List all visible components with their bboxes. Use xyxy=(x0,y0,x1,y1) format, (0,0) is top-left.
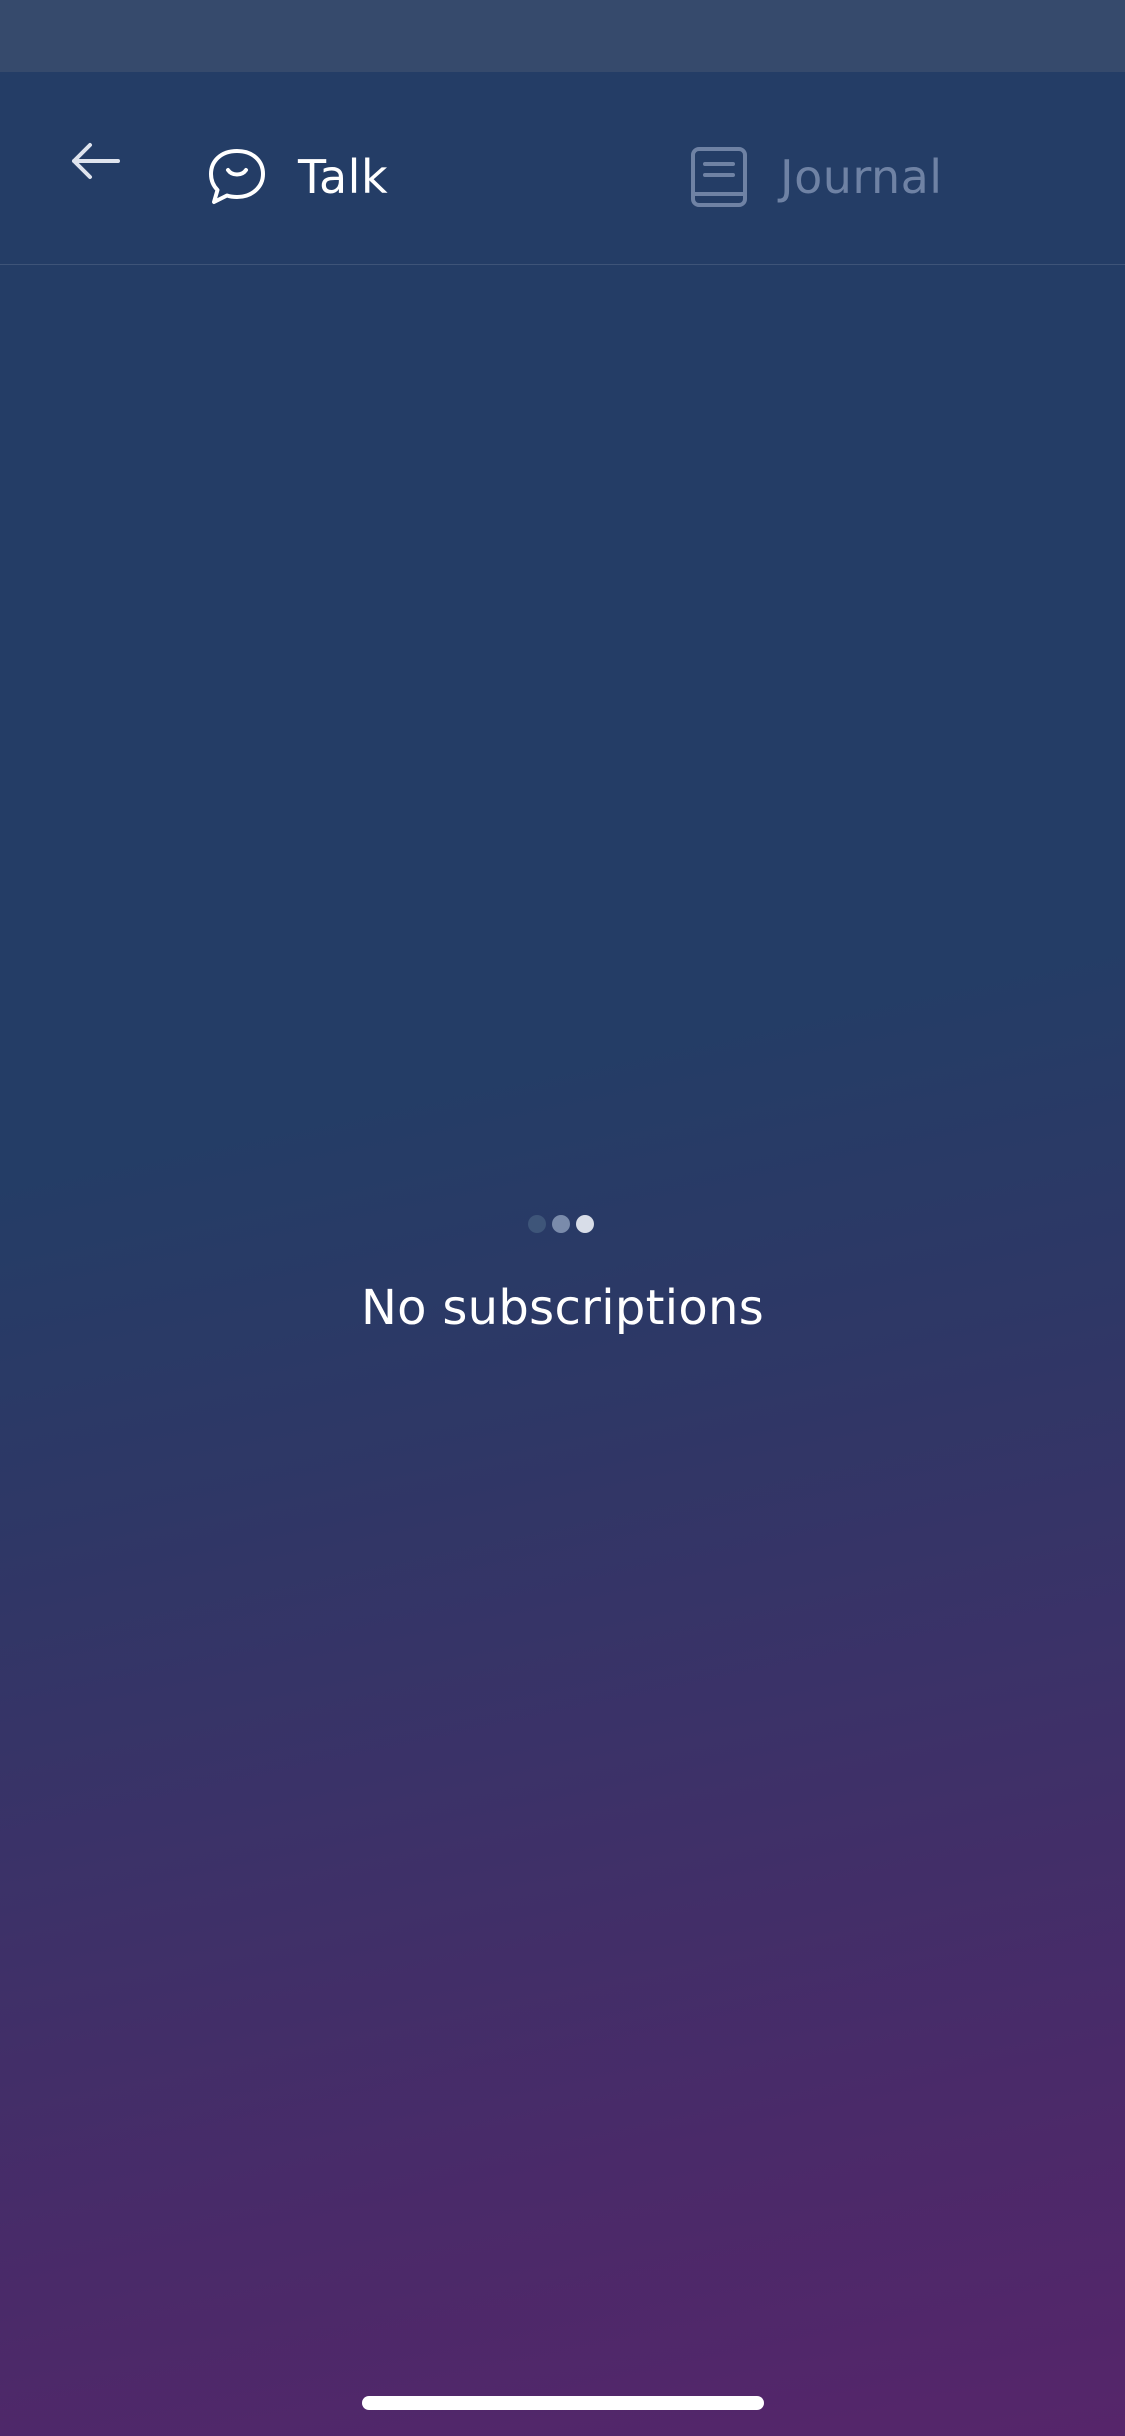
back-button[interactable] xyxy=(62,128,128,194)
empty-state-message: No subscriptions xyxy=(360,1280,765,1336)
tab-talk[interactable]: Talk xyxy=(206,132,388,222)
arrow-left-icon xyxy=(72,143,120,179)
loading-dot xyxy=(552,1215,570,1233)
journal-icon xyxy=(691,147,747,207)
home-indicator[interactable] xyxy=(362,2396,764,2410)
loading-dot xyxy=(528,1215,546,1233)
top-nav-header: Talk Journal xyxy=(0,72,1125,265)
status-bar xyxy=(0,0,1125,72)
loading-dots-indicator xyxy=(528,1214,598,1234)
tab-journal-label: Journal xyxy=(780,150,943,204)
chat-bubble-icon xyxy=(209,149,265,204)
tab-journal[interactable]: Journal xyxy=(688,132,943,222)
loading-dot xyxy=(576,1215,594,1233)
tab-talk-label: Talk xyxy=(298,150,389,204)
